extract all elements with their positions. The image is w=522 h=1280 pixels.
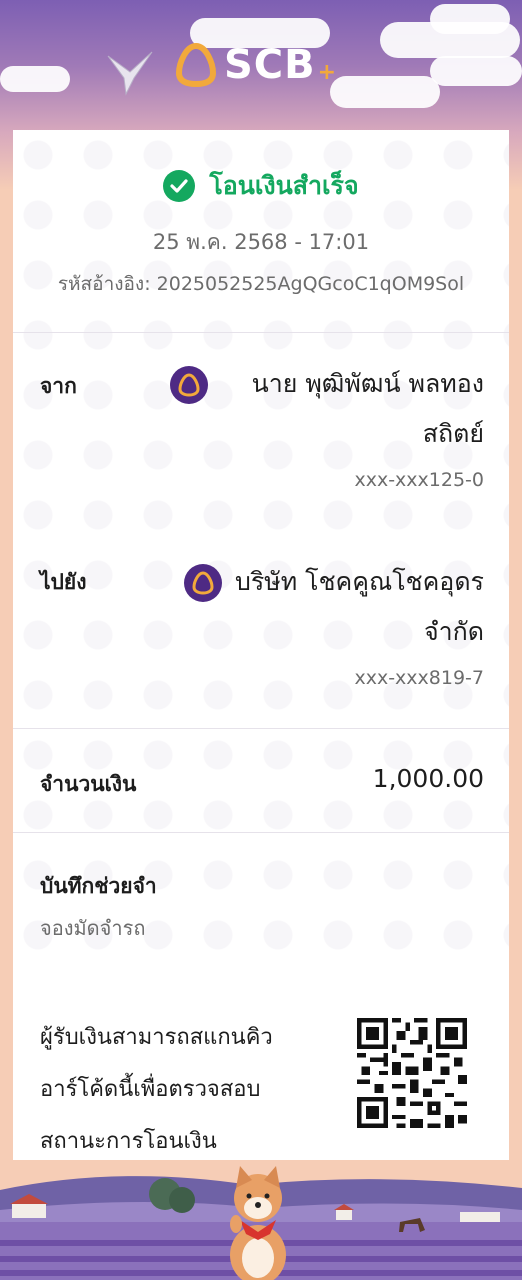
status-row: โอนเงินสำเร็จ — [0, 166, 522, 206]
brand-plus: + — [317, 59, 337, 85]
scb-logo-icon — [176, 43, 216, 87]
cloud — [430, 56, 522, 86]
qr-code[interactable] — [357, 1018, 467, 1128]
lavender-field-illustration — [0, 1160, 522, 1280]
cloud — [430, 4, 510, 34]
scb-logo: SCB + — [176, 40, 336, 90]
qr-instruction-line1: ผู้รับเงินสามารถสแกนคิว — [40, 1025, 273, 1050]
scb-bank-icon — [170, 366, 208, 404]
to-label: ไปยัง — [40, 570, 87, 594]
cloud — [330, 76, 440, 108]
from-account: xxx-xxx125-0 — [354, 469, 484, 491]
qr-instruction: ผู้รับเงินสามารถสแกนคิว อาร์โค้ดนี้เพื่อ… — [40, 1012, 340, 1168]
qr-instruction-line2: อาร์โค้ดนี้เพื่อตรวจสอบ — [40, 1077, 261, 1102]
check-circle-icon — [163, 170, 196, 202]
from-name-line1: นาย พุฒิพัฒน์ พลทอง — [251, 369, 484, 398]
memo-value: จองมัดจำรถ — [40, 916, 146, 940]
status-text: โอนเงินสำเร็จ — [209, 171, 359, 200]
scb-bank-icon — [184, 564, 222, 602]
divider — [13, 832, 509, 833]
amount-value: 1,000.00 — [372, 764, 484, 793]
to-account: xxx-xxx819-7 — [354, 667, 484, 689]
brand-text: SCB — [224, 42, 316, 88]
to-name-line1: บริษัท โชคคูณโชคอุดร — [234, 567, 484, 596]
transaction-reference: รหัสอ้างอิง: 2025052525AgQGcoC1qOM9Sol — [57, 273, 465, 295]
to-name-line2: จำกัด — [423, 617, 484, 646]
from-name-line2: สถิตย์ — [422, 419, 484, 448]
memo-label: บันทึกช่วยจำ — [40, 874, 157, 898]
cloud — [0, 66, 70, 92]
from-label: จาก — [40, 374, 77, 398]
divider — [13, 728, 509, 729]
transaction-datetime: 25 พ.ค. 2568 - 17:01 — [152, 230, 370, 254]
bird-icon — [107, 51, 153, 96]
divider — [13, 332, 509, 333]
amount-label: จำนวนเงิน — [40, 772, 137, 796]
